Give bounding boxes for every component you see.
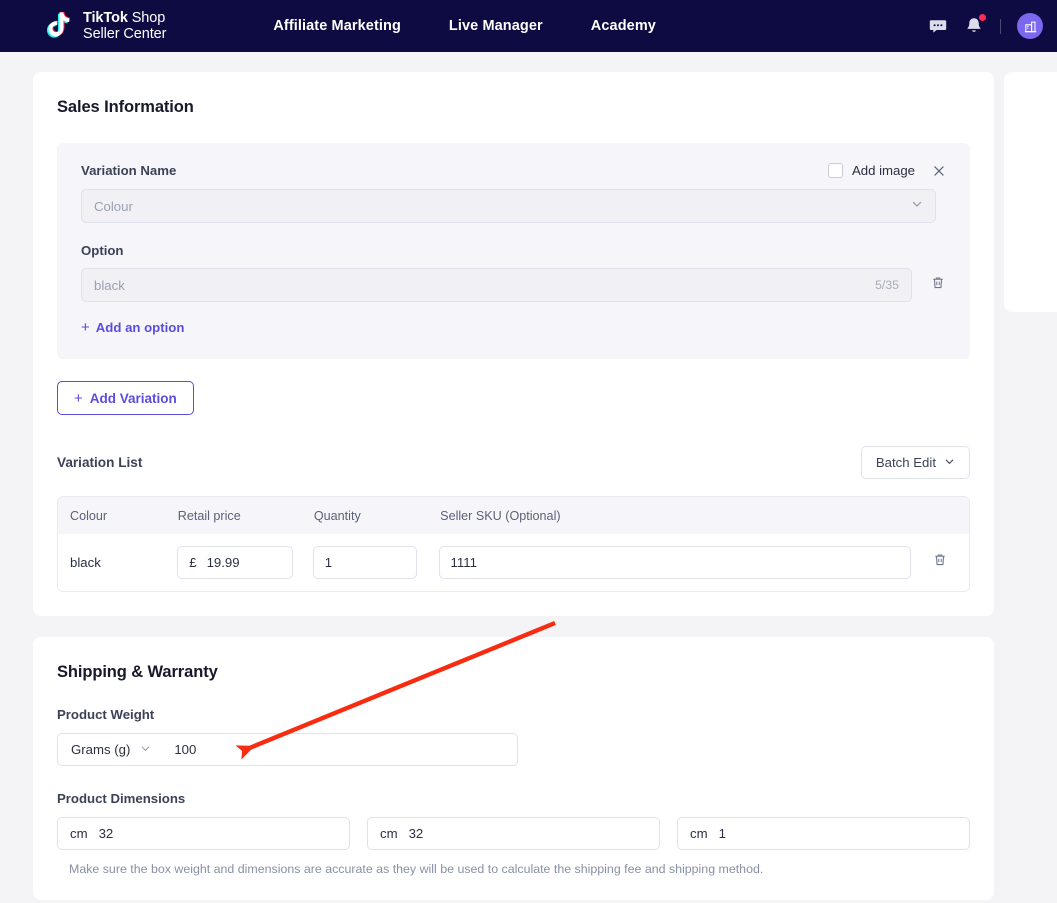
retail-price-input[interactable]: £ 19.99 — [177, 546, 294, 579]
option-char-counter: 5/35 — [875, 278, 899, 292]
add-variation-label: Add Variation — [89, 390, 177, 406]
header-actions — [928, 13, 1043, 39]
notification-badge — [979, 14, 986, 21]
product-dimensions-row: cm 32 cm 32 cm 1 — [57, 817, 970, 850]
nav-item-live-manager[interactable]: Live Manager — [449, 18, 543, 34]
cell-retail-price: £ 19.99 — [177, 546, 313, 579]
brand-name-subtitle: Seller Center — [83, 26, 167, 42]
shipping-warranty-title: Shipping & Warranty — [57, 663, 218, 681]
trash-icon[interactable] — [932, 552, 948, 573]
option-label: Option — [81, 243, 124, 258]
message-bubble-icon[interactable] — [928, 16, 948, 36]
dimension-width-value: 32 — [408, 826, 424, 841]
nav-item-academy[interactable]: Academy — [591, 18, 656, 34]
currency-symbol: £ — [189, 555, 197, 570]
chevron-down-icon — [140, 742, 151, 757]
tiktok-note-icon — [44, 10, 74, 42]
main-navigation: Affiliate Marketing Live Manager Academy — [273, 18, 656, 34]
column-header-quantity: Quantity — [313, 508, 361, 523]
shipping-warranty-card: Shipping & Warranty Product Weight Grams… — [33, 637, 994, 900]
close-icon[interactable] — [932, 164, 946, 178]
top-navigation-bar: TikTok Shop Seller Center Affiliate Mark… — [0, 0, 1057, 52]
plus-icon: + — [74, 389, 83, 407]
sales-information-card: Sales Information Variation Name Add ima… — [33, 72, 994, 616]
weight-unit-value: Grams (g) — [71, 742, 131, 757]
column-header-colour: Colour — [70, 508, 108, 523]
dimension-length-input[interactable]: cm 32 — [57, 817, 350, 850]
product-dimensions-label: Product Dimensions — [57, 791, 186, 806]
dimension-unit: cm — [380, 826, 398, 841]
dimension-length-value: 32 — [98, 826, 114, 841]
cell-seller-sku: 1111 — [438, 546, 911, 579]
offscreen-side-panel — [1004, 72, 1057, 312]
variation-name-value: Colour — [94, 198, 133, 214]
cell-quantity: 1 — [312, 546, 439, 579]
add-an-option-button[interactable]: + Add an option — [81, 319, 184, 336]
variation-editor-panel: Variation Name Add image Colour Option b… — [57, 143, 970, 359]
nav-item-affiliate-marketing[interactable]: Affiliate Marketing — [273, 18, 401, 34]
dimension-height-input[interactable]: cm 1 — [677, 817, 970, 850]
chevron-down-icon — [911, 197, 923, 215]
chevron-down-icon — [944, 455, 955, 470]
column-header-retail-price: Retail price — [177, 508, 241, 523]
option-value: black — [94, 277, 125, 293]
variation-list-header: Variation List Batch Edit — [57, 446, 970, 479]
add-an-option-label: Add an option — [95, 320, 185, 335]
retail-price-value: 19.99 — [206, 555, 240, 570]
cell-actions — [911, 552, 969, 573]
quantity-input[interactable]: 1 — [312, 546, 417, 579]
variation-table: Colour Retail price Quantity Seller SKU … — [57, 496, 970, 592]
quantity-value: 1 — [324, 555, 333, 570]
dimension-unit: cm — [690, 826, 708, 841]
dimension-width-input[interactable]: cm 32 — [367, 817, 660, 850]
dimension-height-value: 1 — [718, 826, 726, 841]
table-header-row: Colour Retail price Quantity Seller SKU … — [58, 497, 969, 534]
add-variation-button[interactable]: + Add Variation — [57, 381, 194, 415]
batch-edit-button[interactable]: Batch Edit — [860, 446, 970, 479]
column-header-seller-sku: Seller SKU (Optional) — [440, 508, 561, 523]
avatar[interactable] — [1017, 13, 1043, 39]
add-image-checkbox-row[interactable]: Add image — [827, 163, 915, 178]
product-weight-input[interactable]: 100 — [163, 742, 196, 757]
batch-edit-label: Batch Edit — [875, 455, 936, 470]
product-weight-field: Grams (g) 100 — [57, 733, 518, 766]
variation-list-title: Variation List — [57, 455, 143, 470]
variation-name-label: Variation Name — [81, 163, 177, 178]
trash-icon[interactable] — [930, 275, 946, 296]
cell-colour: black — [70, 555, 101, 570]
page-content: Sales Information Variation Name Add ima… — [0, 52, 1057, 900]
variation-name-header: Variation Name Add image — [81, 163, 946, 178]
add-image-label: Add image — [851, 163, 915, 178]
variation-name-select[interactable]: Colour — [81, 189, 936, 223]
weight-unit-select[interactable]: Grams (g) — [58, 734, 163, 765]
dimension-unit: cm — [70, 826, 88, 841]
brand-name-secondary: Shop — [127, 9, 166, 26]
seller-sku-input[interactable]: 1111 — [438, 546, 911, 579]
brand-name-primary: TikTok — [83, 9, 128, 26]
product-weight-label: Product Weight — [57, 707, 155, 722]
header-divider — [1000, 18, 1001, 34]
option-input[interactable]: black 5/35 — [81, 268, 912, 302]
variation-header-actions: Add image — [827, 163, 946, 178]
add-image-checkbox[interactable] — [827, 163, 843, 178]
shop-storefront-icon — [1024, 21, 1036, 32]
option-row: black 5/35 — [81, 268, 946, 302]
brand-wordmark: TikTok Shop Seller Center — [83, 10, 166, 42]
dimensions-hint-text: Make sure the box weight and dimensions … — [69, 862, 764, 876]
plus-icon: + — [81, 319, 90, 336]
seller-sku-value: 1111 — [450, 555, 477, 570]
table-row: black £ 19.99 1 1111 — [58, 534, 969, 591]
brand-logo-block[interactable]: TikTok Shop Seller Center — [44, 10, 166, 42]
page-title: Sales Information — [57, 98, 194, 116]
bell-icon[interactable] — [964, 14, 986, 36]
